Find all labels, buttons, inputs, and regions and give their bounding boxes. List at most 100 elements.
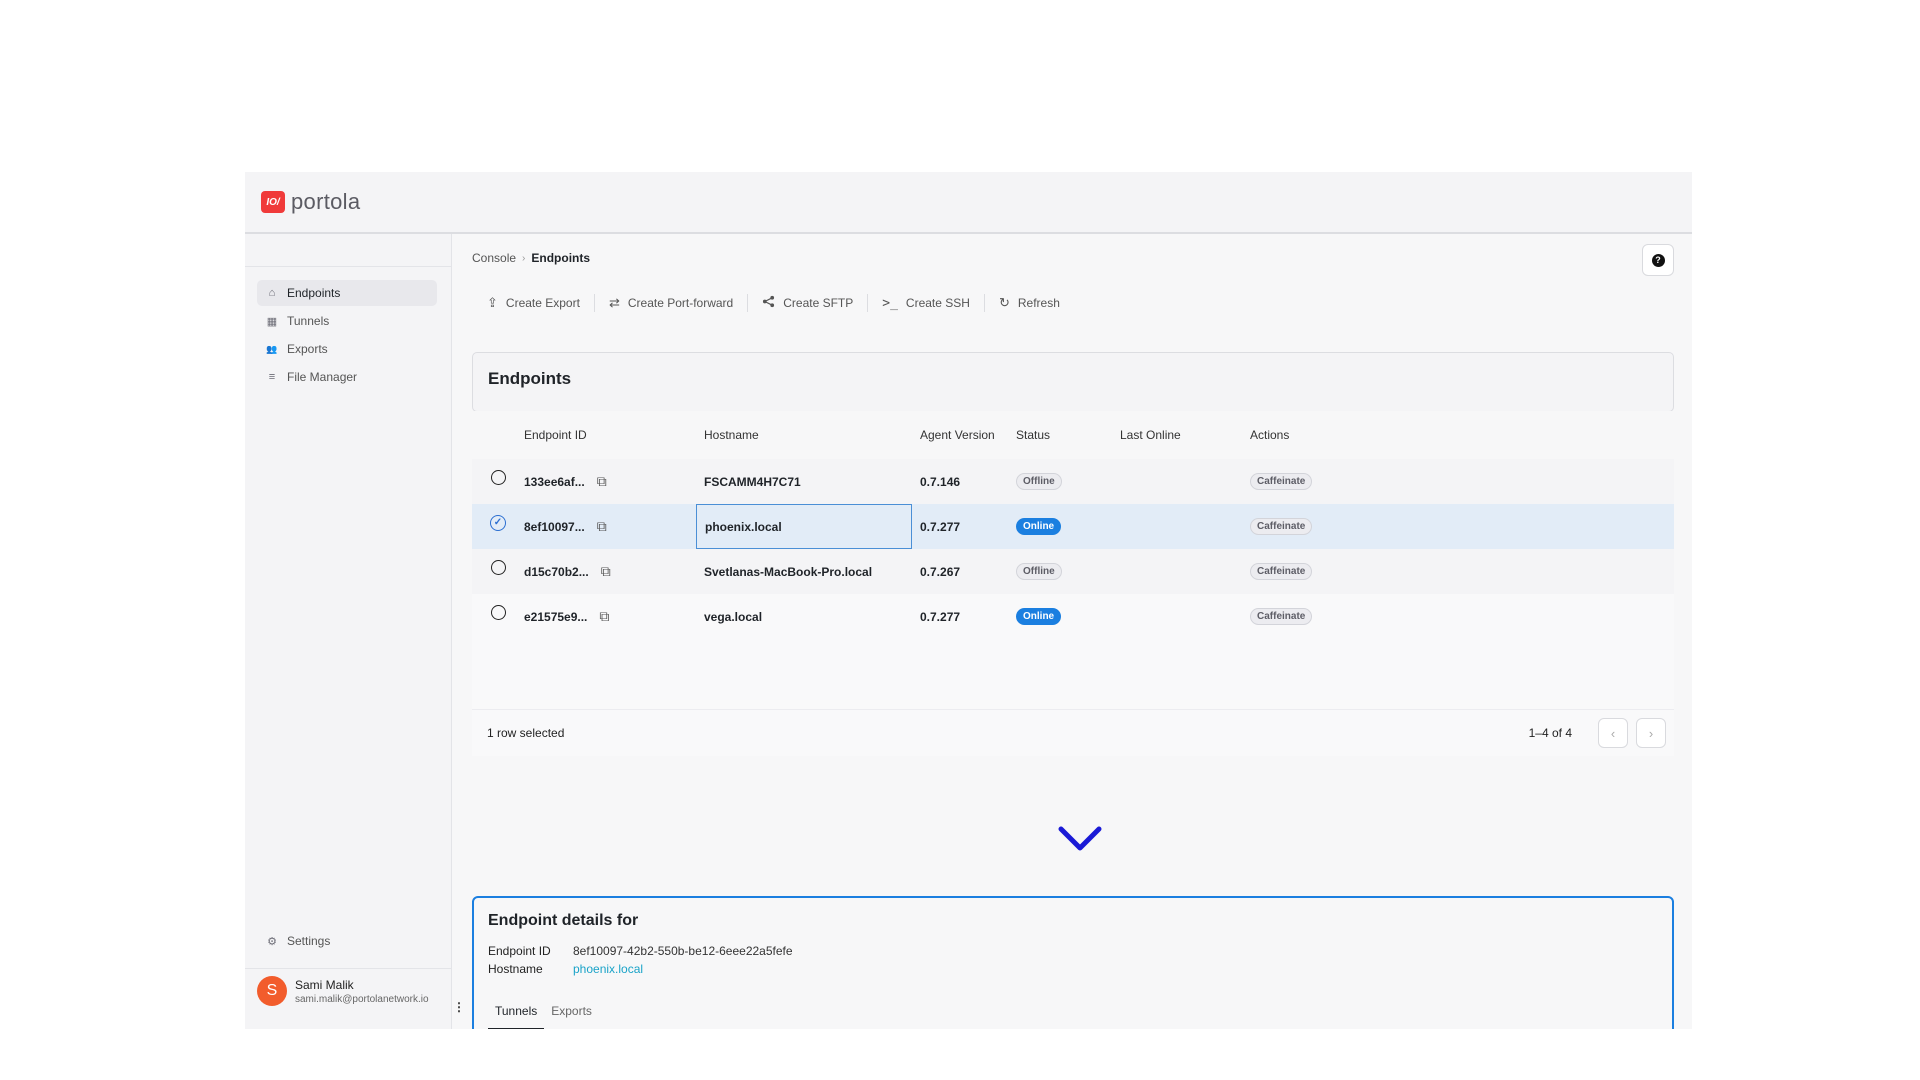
pagination-range: 1–4 of 4 (1528, 726, 1572, 740)
status-cell: Offline (1016, 563, 1120, 580)
chevron-right-icon: › (1648, 725, 1654, 741)
endpoint-id-cell: e21575e9... ⧉ (524, 608, 696, 625)
app-window: IO/ portola ⌂ Endpoints ▦ Tunnels 👥 Expo… (245, 172, 1692, 1029)
table-footer: 1 row selected 1–4 of 4 ‹ › (472, 709, 1674, 756)
previous-page-button[interactable]: ‹ (1598, 718, 1628, 748)
actions-cell: Caffeinate (1250, 608, 1674, 625)
hostname-cell[interactable]: phoenix.local (696, 504, 912, 549)
create-port-forward-label: Create Port-forward (627, 296, 734, 310)
share-icon (762, 295, 775, 311)
user-info: Sami Malik sami.malik@portolanetwork.io (295, 978, 429, 1005)
agent-version-cell: 0.7.277 (920, 609, 961, 624)
endpoint-id-cell: 133ee6af... ⧉ (524, 473, 696, 490)
copy-icon[interactable]: ⧉ (597, 473, 607, 490)
sidebar-divider (245, 266, 451, 267)
table-row[interactable]: e21575e9... ⧉ vega.local 0.7.277 Online C… (472, 594, 1674, 639)
caffeinate-button[interactable]: Caffeinate (1250, 608, 1313, 625)
user-profile[interactable]: S Sami Malik sami.malik@portolanetwork.i… (257, 976, 457, 1006)
portola-logo[interactable]: IO/ portola (261, 189, 360, 215)
sidebar-item-exports[interactable]: 👥 Exports (257, 336, 437, 362)
sidebar-nav: ⌂ Endpoints ▦ Tunnels 👥 Exports ≡ File M… (257, 280, 437, 392)
details-title: Endpoint details for (488, 912, 639, 929)
actions-cell: Caffeinate (1250, 563, 1674, 580)
sidebar-item-file-manager[interactable]: ≡ File Manager (257, 364, 437, 390)
table-row[interactable]: d15c70b2... ⧉ Svetlanas-MacBook-Pro.local… (472, 549, 1674, 594)
status-cell: Online (1016, 518, 1120, 535)
create-ssh-label: Create SSH (905, 296, 970, 310)
copy-icon[interactable]: ⧉ (601, 563, 611, 580)
column-header-actions[interactable]: Actions (1250, 428, 1674, 442)
home-icon: ⌂ (268, 287, 276, 299)
status-badge: Online (1016, 608, 1062, 625)
breadcrumb-console[interactable]: Console (472, 251, 516, 265)
gear-icon: ⚙ (267, 935, 277, 948)
logo-text: portola (291, 189, 361, 214)
tab-tunnels[interactable]: Tunnels (488, 998, 545, 1029)
help-button[interactable]: ? (1642, 244, 1674, 276)
sidebar-item-endpoints[interactable]: ⌂ Endpoints (257, 280, 437, 306)
row-select[interactable] (472, 605, 524, 620)
endpoint-id: 8ef10097... (524, 519, 585, 534)
breadcrumb-current: Endpoints (531, 251, 591, 265)
caffeinate-button[interactable]: Caffeinate (1250, 518, 1313, 535)
radio-unchecked-icon[interactable] (490, 560, 506, 575)
row-select[interactable] (472, 470, 524, 485)
sidebar-item-settings[interactable]: ⚙ Settings (265, 934, 330, 948)
column-header-status[interactable]: Status (1016, 428, 1120, 442)
swap-arrows-icon: ⇄ (608, 295, 620, 310)
user-email: sami.malik@portolanetwork.io (295, 993, 429, 1005)
sidebar-item-label: Tunnels (287, 314, 330, 328)
sidebar: ⌂ Endpoints ▦ Tunnels 👥 Exports ≡ File M… (245, 234, 465, 1029)
column-header-hostname[interactable]: Hostname (696, 411, 912, 459)
column-header-endpoint-id[interactable]: Endpoint ID (524, 428, 696, 442)
table-row[interactable]: 133ee6af... ⧉ FSCAMM4H7C71 0.7.146 Offlin… (472, 459, 1674, 504)
column-header-agent-version[interactable]: Agent Version (912, 428, 1016, 442)
sidebar-item-tunnels[interactable]: ▦ Tunnels (257, 308, 437, 334)
column-header-last-online[interactable]: Last Online (1120, 428, 1250, 442)
endpoints-header-card: Endpoints (472, 352, 1674, 412)
caffeinate-button[interactable]: Caffeinate (1250, 563, 1313, 580)
tab-exports[interactable]: Exports (544, 998, 599, 1029)
create-sftp-button[interactable]: Create SFTP (748, 295, 867, 311)
endpoints-table: Endpoint ID Hostname Agent Version Statu… (472, 411, 1674, 756)
create-export-label: Create Export (505, 296, 580, 310)
top-bar: IO/ portola (245, 172, 1692, 234)
table-row[interactable]: ✓ 8ef10097... ⧉ phoenix.local 0.7.277 Onl… (472, 504, 1674, 549)
details-id-value: 8ef10097-42b2-550b-be12-6eee22a5fefe (573, 944, 793, 958)
table-empty-space (472, 639, 1674, 709)
copy-icon[interactable]: ⧉ (599, 608, 609, 625)
row-select[interactable]: ✓ (472, 514, 524, 531)
upload-icon: ⇪ (487, 295, 498, 310)
storage-icon: ≡ (268, 371, 276, 383)
people-icon: 👥 (266, 343, 278, 354)
radio-unchecked-icon[interactable] (490, 605, 506, 620)
radio-checked-icon[interactable]: ✓ (490, 514, 506, 531)
create-ssh-button[interactable]: >_ Create SSH (868, 296, 984, 311)
table-header: Endpoint ID Hostname Agent Version Statu… (472, 411, 1674, 459)
create-sftp-label: Create SFTP (783, 296, 854, 310)
create-export-button[interactable]: ⇪ Create Export (472, 295, 594, 311)
row-select[interactable] (472, 560, 524, 575)
endpoints-title: Endpoints (488, 369, 572, 388)
chart-icon: ▦ (266, 315, 278, 328)
details-hostname: Hostname phoenix.local (488, 962, 643, 976)
endpoint-id: e21575e9... (524, 609, 588, 624)
avatar: S (257, 976, 287, 1006)
endpoint-details-panel: Endpoint details for Endpoint ID 8ef1009… (472, 896, 1674, 1029)
user-divider (245, 968, 451, 969)
toolbar: ⇪ Create Export ⇄ Create Port-forward Cr… (472, 294, 1074, 312)
endpoint-id: d15c70b2... (524, 564, 589, 579)
status-badge: Online (1016, 518, 1062, 535)
hostname-cell: FSCAMM4H7C71 (704, 474, 801, 489)
refresh-button[interactable]: ↻ Refresh (985, 295, 1074, 311)
details-hostname-label: Hostname (488, 962, 543, 976)
create-port-forward-button[interactable]: ⇄ Create Port-forward (595, 295, 747, 311)
details-hostname-link[interactable]: phoenix.local (573, 962, 643, 976)
next-page-button[interactable]: › (1636, 718, 1666, 748)
pagination: 1–4 of 4 ‹ › (1529, 718, 1674, 748)
agent-version-cell: 0.7.277 (920, 519, 961, 534)
endpoint-id: 133ee6af... (524, 474, 585, 489)
radio-unchecked-icon[interactable] (490, 470, 506, 485)
copy-icon[interactable]: ⧉ (597, 518, 607, 535)
caffeinate-button[interactable]: Caffeinate (1250, 473, 1313, 490)
